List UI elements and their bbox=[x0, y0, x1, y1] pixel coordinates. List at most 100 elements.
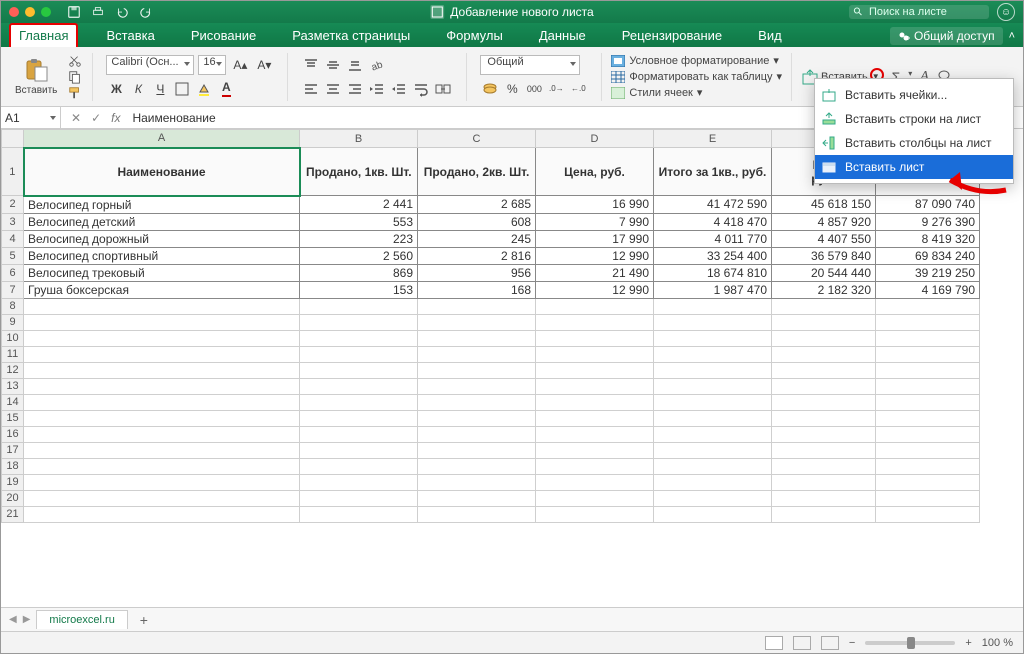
cell[interactable] bbox=[24, 474, 300, 490]
cell-e1[interactable]: Итого за 1кв., руб. bbox=[654, 148, 772, 196]
cell[interactable]: 36 579 840 bbox=[772, 247, 876, 264]
row-header[interactable]: 11 bbox=[2, 346, 24, 362]
cell[interactable] bbox=[772, 314, 876, 330]
cell[interactable]: 16 990 bbox=[536, 196, 654, 214]
cell[interactable] bbox=[654, 426, 772, 442]
cell[interactable] bbox=[536, 346, 654, 362]
decrease-font-icon[interactable]: A▾ bbox=[254, 55, 274, 75]
cell[interactable]: 956 bbox=[418, 264, 536, 281]
percent-icon[interactable]: % bbox=[502, 79, 522, 99]
tab-draw[interactable]: Рисование bbox=[183, 25, 264, 47]
tab-formulas[interactable]: Формулы bbox=[438, 25, 511, 47]
cell[interactable] bbox=[772, 426, 876, 442]
cell[interactable]: 869 bbox=[300, 264, 418, 281]
align-right-icon[interactable] bbox=[345, 79, 365, 99]
add-sheet-button[interactable]: + bbox=[134, 612, 154, 628]
cell[interactable] bbox=[24, 490, 300, 506]
bold-button[interactable]: Ж bbox=[106, 79, 126, 99]
cell[interactable]: 2 560 bbox=[300, 247, 418, 264]
tab-data[interactable]: Данные bbox=[531, 25, 594, 47]
increase-decimal-icon[interactable]: .0→ bbox=[546, 79, 566, 99]
align-bottom-icon[interactable] bbox=[345, 55, 365, 75]
cell[interactable] bbox=[654, 298, 772, 314]
cell[interactable] bbox=[536, 298, 654, 314]
cell-a1[interactable]: Наименование bbox=[24, 148, 300, 196]
page-break-view-icon[interactable] bbox=[821, 636, 839, 650]
row-header[interactable]: 16 bbox=[2, 426, 24, 442]
cell[interactable] bbox=[876, 506, 980, 522]
confirm-icon[interactable]: ✓ bbox=[91, 111, 101, 125]
col-header-b[interactable]: B bbox=[300, 130, 418, 148]
cell[interactable] bbox=[300, 298, 418, 314]
format-as-table-button[interactable]: Форматировать как таблицу ▾ bbox=[611, 69, 782, 85]
sheet-nav-prev-icon[interactable]: ◀ bbox=[9, 614, 17, 625]
cell[interactable]: 12 990 bbox=[536, 247, 654, 264]
cell-styles-button[interactable]: Стили ячеек ▾ bbox=[611, 85, 782, 101]
print-icon[interactable] bbox=[91, 5, 105, 19]
cell[interactable] bbox=[876, 330, 980, 346]
row-header[interactable]: 7 bbox=[2, 281, 24, 298]
fx-icon[interactable]: fx bbox=[111, 111, 120, 125]
cell[interactable] bbox=[300, 346, 418, 362]
cell[interactable] bbox=[300, 506, 418, 522]
cell[interactable]: 1 987 470 bbox=[654, 281, 772, 298]
italic-button[interactable]: К bbox=[128, 79, 148, 99]
zoom-in-icon[interactable]: + bbox=[965, 637, 971, 649]
decrease-indent-icon[interactable] bbox=[367, 79, 387, 99]
fill-color-button[interactable] bbox=[194, 79, 214, 99]
merge-icon[interactable] bbox=[433, 79, 453, 99]
cell[interactable] bbox=[654, 442, 772, 458]
cell[interactable] bbox=[24, 346, 300, 362]
cell[interactable] bbox=[418, 346, 536, 362]
wrap-text-icon[interactable] bbox=[411, 79, 431, 99]
cell[interactable] bbox=[536, 490, 654, 506]
cell[interactable] bbox=[418, 378, 536, 394]
cell[interactable]: 9 276 390 bbox=[876, 213, 980, 230]
cancel-icon[interactable]: ✕ bbox=[71, 111, 81, 125]
cell[interactable] bbox=[536, 442, 654, 458]
cell[interactable]: 4 857 920 bbox=[772, 213, 876, 230]
cell[interactable] bbox=[876, 378, 980, 394]
sheet-nav-next-icon[interactable]: ▶ bbox=[23, 614, 31, 625]
cell[interactable] bbox=[654, 346, 772, 362]
row-header[interactable]: 18 bbox=[2, 458, 24, 474]
cell[interactable] bbox=[772, 346, 876, 362]
cell[interactable] bbox=[300, 314, 418, 330]
cell[interactable]: 18 674 810 bbox=[654, 264, 772, 281]
cell[interactable] bbox=[536, 330, 654, 346]
align-center-icon[interactable] bbox=[323, 79, 343, 99]
cell[interactable]: Велосипед трековый bbox=[24, 264, 300, 281]
row-header[interactable]: 12 bbox=[2, 362, 24, 378]
align-top-icon[interactable] bbox=[301, 55, 321, 75]
cell[interactable] bbox=[418, 298, 536, 314]
cell[interactable] bbox=[654, 378, 772, 394]
cell[interactable] bbox=[876, 346, 980, 362]
tab-insert[interactable]: Вставка bbox=[98, 25, 162, 47]
cell[interactable]: 17 990 bbox=[536, 230, 654, 247]
cell[interactable] bbox=[24, 378, 300, 394]
cell[interactable] bbox=[24, 506, 300, 522]
cell[interactable] bbox=[418, 314, 536, 330]
cell[interactable]: 2 182 320 bbox=[772, 281, 876, 298]
cell[interactable]: 33 254 400 bbox=[654, 247, 772, 264]
cell[interactable]: Груша боксерская bbox=[24, 281, 300, 298]
cell[interactable] bbox=[418, 506, 536, 522]
cell[interactable]: Велосипед дорожный bbox=[24, 230, 300, 247]
cell[interactable]: 223 bbox=[300, 230, 418, 247]
row-header[interactable]: 20 bbox=[2, 490, 24, 506]
cell[interactable] bbox=[772, 490, 876, 506]
orientation-icon[interactable]: ab bbox=[367, 55, 387, 75]
cell[interactable] bbox=[876, 490, 980, 506]
cell[interactable] bbox=[772, 410, 876, 426]
cell[interactable] bbox=[772, 394, 876, 410]
cell[interactable]: 8 419 320 bbox=[876, 230, 980, 247]
cell[interactable] bbox=[654, 490, 772, 506]
row-header[interactable]: 4 bbox=[2, 230, 24, 247]
cell[interactable] bbox=[654, 362, 772, 378]
zoom-slider[interactable] bbox=[865, 641, 955, 645]
cell[interactable]: Велосипед спортивный bbox=[24, 247, 300, 264]
row-header[interactable]: 3 bbox=[2, 213, 24, 230]
cell[interactable]: Велосипед горный bbox=[24, 196, 300, 214]
cell[interactable]: 4 407 550 bbox=[772, 230, 876, 247]
cell-d1[interactable]: Цена, руб. bbox=[536, 148, 654, 196]
